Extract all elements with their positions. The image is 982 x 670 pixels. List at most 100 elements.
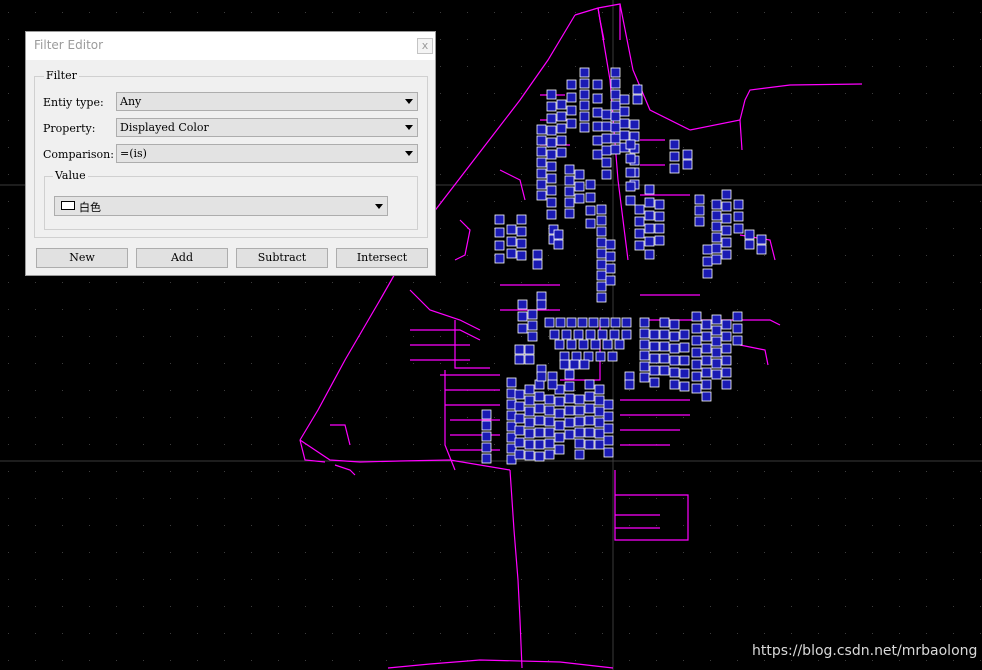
grid-dot bbox=[764, 309, 765, 310]
block-marker bbox=[609, 329, 620, 340]
grid-dot bbox=[8, 579, 9, 580]
grid-dot bbox=[980, 309, 981, 310]
grid-dot bbox=[602, 66, 603, 67]
grid-dot bbox=[548, 66, 549, 67]
grid-dot bbox=[386, 444, 387, 445]
grid-dot bbox=[737, 174, 738, 175]
chevron-down-icon bbox=[405, 99, 413, 104]
grid-dot bbox=[899, 336, 900, 337]
grid-dot bbox=[170, 498, 171, 499]
grid-dot bbox=[494, 498, 495, 499]
grid-dot bbox=[629, 552, 630, 553]
block-marker bbox=[481, 453, 492, 464]
add-button[interactable]: Add bbox=[136, 248, 228, 268]
grid-dot bbox=[8, 93, 9, 94]
grid-dot bbox=[818, 579, 819, 580]
block-marker bbox=[584, 415, 595, 426]
block-marker bbox=[702, 256, 713, 267]
grid-dot bbox=[386, 606, 387, 607]
grid-dot bbox=[548, 579, 549, 580]
intersect-button[interactable]: Intersect bbox=[336, 248, 428, 268]
block-marker bbox=[481, 431, 492, 442]
block-marker bbox=[554, 396, 565, 407]
grid-dot bbox=[251, 633, 252, 634]
block-marker bbox=[691, 323, 702, 334]
grid-dot bbox=[170, 444, 171, 445]
grid-dot bbox=[35, 336, 36, 337]
block-marker bbox=[564, 197, 575, 208]
grid-dot bbox=[764, 417, 765, 418]
subtract-button[interactable]: Subtract bbox=[236, 248, 328, 268]
comparison-value: =(is) bbox=[120, 147, 147, 160]
grid-dot bbox=[440, 471, 441, 472]
block-marker bbox=[679, 329, 690, 340]
grid-dot bbox=[656, 471, 657, 472]
close-button[interactable]: x bbox=[417, 38, 433, 54]
grid-dot bbox=[818, 606, 819, 607]
block-marker bbox=[603, 411, 614, 422]
grid-dot bbox=[872, 201, 873, 202]
block-marker bbox=[601, 169, 612, 180]
grid-dot bbox=[899, 579, 900, 580]
block-marker bbox=[494, 214, 505, 225]
block-marker bbox=[732, 311, 743, 322]
block-marker bbox=[536, 146, 547, 157]
grid-dot bbox=[548, 633, 549, 634]
property-select[interactable]: Displayed Color bbox=[116, 118, 418, 137]
grid-dot bbox=[440, 444, 441, 445]
grid-dot bbox=[251, 309, 252, 310]
block-marker bbox=[669, 379, 680, 390]
grid-dot bbox=[764, 660, 765, 661]
grid-dot bbox=[170, 363, 171, 364]
block-marker bbox=[732, 335, 743, 346]
grid-dot bbox=[656, 147, 657, 148]
grid-dot bbox=[440, 660, 441, 661]
grid-dot bbox=[278, 444, 279, 445]
grid-dot bbox=[737, 390, 738, 391]
comparison-select[interactable]: =(is) bbox=[116, 144, 418, 163]
grid-dot bbox=[143, 390, 144, 391]
grid-dot bbox=[926, 660, 927, 661]
grid-dot bbox=[386, 363, 387, 364]
grid-dot bbox=[548, 390, 549, 391]
grid-dot bbox=[8, 12, 9, 13]
grid-dot bbox=[953, 660, 954, 661]
grid-dot bbox=[872, 255, 873, 256]
grid-dot bbox=[656, 39, 657, 40]
grid-dot bbox=[278, 282, 279, 283]
grid-dot bbox=[143, 606, 144, 607]
grid-dot bbox=[440, 633, 441, 634]
dialog-titlebar[interactable]: Filter Editor x bbox=[26, 32, 435, 60]
grid-dot bbox=[359, 363, 360, 364]
grid-dot bbox=[899, 201, 900, 202]
block-marker bbox=[516, 250, 527, 261]
grid-dot bbox=[764, 93, 765, 94]
filter-editor-dialog: Filter Editor x Filter Entiy type: Any P… bbox=[25, 31, 436, 276]
grid-dot bbox=[197, 309, 198, 310]
grid-dot bbox=[440, 147, 441, 148]
grid-dot bbox=[467, 498, 468, 499]
grid-dot bbox=[791, 309, 792, 310]
grid-dot bbox=[35, 660, 36, 661]
value-color-select[interactable]: 白色 bbox=[54, 196, 388, 216]
block-marker bbox=[702, 268, 713, 279]
grid-dot bbox=[764, 552, 765, 553]
grid-dot bbox=[8, 390, 9, 391]
block-marker bbox=[579, 359, 590, 370]
block-marker bbox=[524, 384, 535, 395]
grid-dot bbox=[602, 633, 603, 634]
grid-dot bbox=[575, 471, 576, 472]
grid-dot bbox=[197, 282, 198, 283]
block-marker bbox=[554, 408, 565, 419]
grid-dot bbox=[926, 471, 927, 472]
grid-dot bbox=[791, 660, 792, 661]
entity-type-select[interactable]: Any bbox=[116, 92, 418, 111]
grid-dot bbox=[710, 39, 711, 40]
grid-dot bbox=[845, 660, 846, 661]
block-marker bbox=[601, 157, 612, 168]
grid-dot bbox=[818, 39, 819, 40]
grid-dot bbox=[926, 444, 927, 445]
new-button[interactable]: New bbox=[36, 248, 128, 268]
grid-dot bbox=[251, 282, 252, 283]
grid-dot bbox=[386, 633, 387, 634]
